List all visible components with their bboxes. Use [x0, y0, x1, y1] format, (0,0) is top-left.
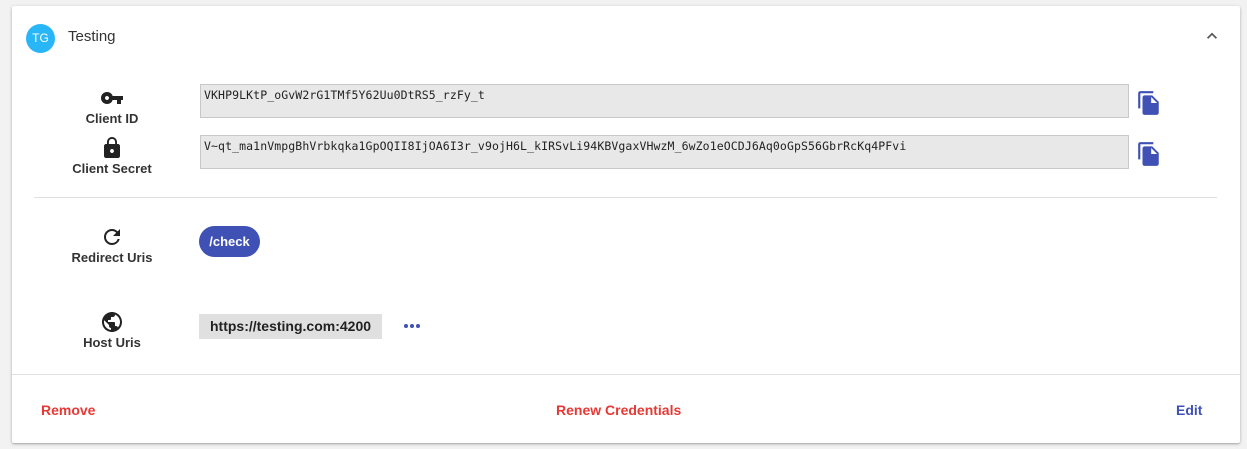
more-horizontal-icon[interactable]	[402, 318, 422, 334]
avatar: TG	[26, 24, 55, 53]
host-uris-label-block: Host Uris	[42, 310, 182, 350]
host-uris-label: Host Uris	[83, 335, 141, 350]
client-secret-label-block: Client Secret	[42, 136, 182, 176]
card-header[interactable]: TG Testing	[12, 6, 1240, 68]
chevron-up-icon[interactable]	[1202, 26, 1222, 46]
redirect-uris-label-block: Redirect Uris	[42, 225, 182, 265]
remove-button[interactable]: Remove	[41, 402, 95, 418]
refresh-icon	[104, 229, 120, 245]
section-divider	[34, 197, 1217, 198]
globe-icon	[102, 312, 122, 332]
copy-icon[interactable]	[1136, 90, 1162, 116]
actions-divider	[12, 374, 1240, 375]
key-icon	[101, 92, 123, 104]
redirect-uri-chip[interactable]: /check	[199, 226, 260, 257]
host-uri-value: https://testing.com:4200	[199, 314, 382, 339]
renew-credentials-button[interactable]: Renew Credentials	[556, 402, 681, 418]
client-secret-field[interactable]: V~qt_ma1nVmpgBhVrbkqka1GpOQII8IjOA6I3r_v…	[200, 135, 1129, 169]
card-title: Testing	[68, 28, 116, 45]
client-id-label: Client ID	[85, 111, 139, 126]
copy-icon[interactable]	[1136, 141, 1162, 167]
client-id-label-block: Client ID	[42, 86, 182, 126]
edit-button[interactable]: Edit	[1176, 402, 1202, 418]
redirect-uris-label: Redirect Uris	[71, 250, 153, 265]
client-id-field[interactable]: VKHP9LKtP_oGvW2rG1TMf5Y62Uu0DtRS5_rzFy_t	[200, 84, 1129, 118]
client-secret-label: Client Secret	[72, 161, 152, 176]
lock-icon	[104, 137, 120, 158]
client-card: TG Testing Client ID VKHP9LKtP_oGvW2rG1T…	[12, 6, 1240, 443]
